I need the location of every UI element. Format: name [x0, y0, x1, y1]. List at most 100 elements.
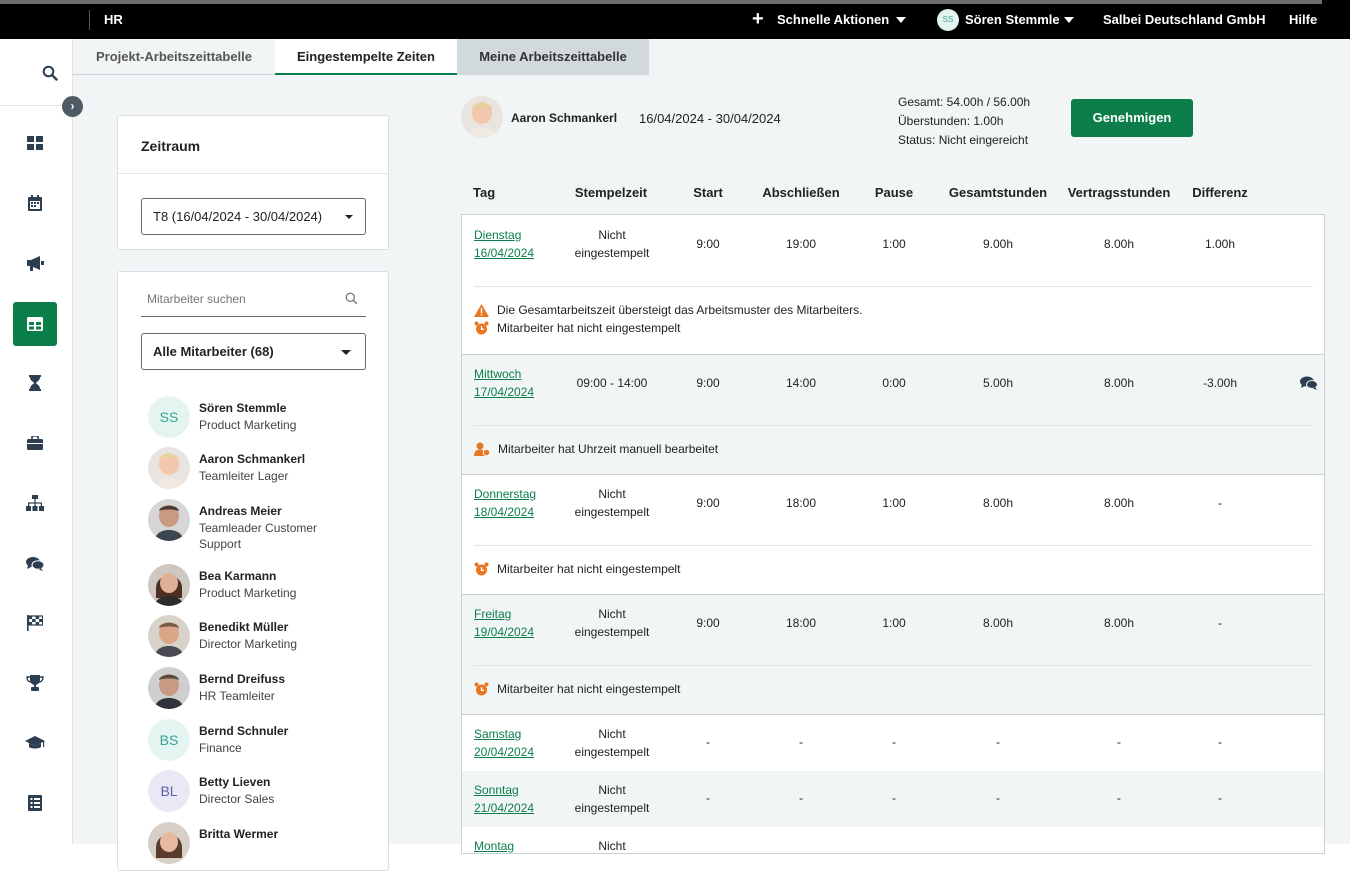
company-switcher[interactable]: Salbei Deutschland GmbH	[1103, 12, 1266, 27]
end-cell: 18:00	[785, 496, 817, 510]
sidebar-item-announcements[interactable]	[13, 241, 57, 285]
difference-cell: -	[1218, 791, 1222, 805]
expand-sidebar-button[interactable]: ›	[62, 96, 83, 117]
flag-icon	[27, 615, 43, 631]
avatar	[148, 615, 190, 657]
employee-search-field[interactable]	[141, 286, 366, 317]
sidebar-item-chat[interactable]	[13, 541, 57, 585]
timesheet-table: Dienstag 16/04/2024 Nicht eingestempelt 9:…	[461, 214, 1325, 854]
sidebar-item-learning[interactable]	[13, 721, 57, 765]
sidebar-item-dashboard[interactable]	[13, 121, 57, 165]
sidebar-item-onboarding[interactable]	[13, 781, 57, 825]
employee-name: Sören Stemmle	[199, 401, 287, 415]
sidebar-item-organisation[interactable]	[13, 481, 57, 525]
period-select[interactable]: T8 (16/04/2024 - 30/04/2024)	[141, 198, 366, 235]
tab-my-timesheet[interactable]: Meine Arbeitszeittabelle	[457, 39, 649, 75]
end-cell: 18:00	[785, 616, 817, 630]
total-cell: 8.00h	[982, 496, 1014, 510]
comments-icon[interactable]	[1300, 376, 1318, 390]
approve-button[interactable]: Genehmigen	[1071, 99, 1193, 137]
pause-cell: -	[892, 791, 896, 805]
quick-actions-button[interactable]: Schnelle Aktionen	[777, 12, 889, 27]
user-avatar[interactable]: SS	[937, 9, 959, 31]
row-divider	[474, 425, 1313, 426]
search-icon[interactable]	[42, 65, 58, 81]
chat-icon	[26, 556, 44, 571]
employee-name: Bea Karmann	[199, 569, 277, 583]
org-chart-icon	[26, 495, 44, 511]
day-link[interactable]: Samstag 20/04/2024	[474, 725, 534, 761]
period-card: Zeitraum T8 (16/04/2024 - 30/04/2024)	[117, 115, 389, 250]
chevron-down-icon	[345, 215, 353, 219]
graduation-cap-icon	[25, 736, 45, 749]
avatar	[148, 667, 190, 709]
day-link[interactable]: Freitag 19/04/2024	[474, 605, 534, 641]
search-icon[interactable]	[345, 292, 358, 305]
sidebar-item-performance[interactable]	[13, 661, 57, 705]
day-link[interactable]: Dienstag 16/04/2024	[474, 226, 534, 262]
end-cell: 19:00	[785, 237, 817, 251]
day-link[interactable]: Donnerstag 18/04/2024	[474, 485, 536, 521]
start-cell: 9:00	[696, 376, 720, 390]
employee-role: Product Marketing	[199, 586, 297, 600]
chevron-down-icon[interactable]	[896, 17, 906, 23]
end-cell: -	[799, 791, 803, 805]
total-cell: -	[996, 791, 1000, 805]
trophy-icon	[26, 675, 44, 691]
sidebar-search[interactable]	[0, 39, 72, 106]
avatar	[148, 499, 190, 541]
avatar	[148, 447, 190, 489]
employee-name: Britta Wermer	[199, 827, 279, 841]
employee-name: Aaron Schmankerl	[199, 452, 306, 466]
pause-cell: 1:00	[882, 496, 906, 510]
user-edit-icon	[474, 442, 490, 456]
info-message: Mitarbeiter hat Uhrzeit manuell bearbeit…	[474, 442, 718, 456]
megaphone-icon	[27, 256, 44, 271]
day-link[interactable]: Sonntag 21/04/2024	[474, 781, 534, 817]
contract-cell: 8.00h	[1103, 496, 1135, 510]
chevron-down-icon[interactable]	[1064, 17, 1074, 23]
user-menu-button[interactable]: Sören Stemmle	[965, 12, 1060, 27]
table-row: Donnerstag 18/04/2024 Nicht eingestempelt …	[462, 475, 1324, 594]
tab-project-timesheet[interactable]: Projekt-Arbeitszeittabelle	[73, 39, 275, 75]
employee-name: Bernd Dreifuss	[199, 672, 286, 686]
day-link[interactable]: Montag	[474, 837, 514, 853]
summary-total: Gesamt: 54.00h / 56.00h	[898, 95, 1031, 109]
alarm-message: Mitarbeiter hat nicht eingestempelt	[474, 562, 680, 576]
contract-cell: 8.00h	[1103, 237, 1135, 251]
table-row: Freitag 19/04/2024 Nicht eingestempelt 9:0…	[462, 595, 1324, 714]
calendar-icon	[28, 195, 42, 211]
clock-time-cell: Nicht eingestempelt	[574, 228, 650, 260]
start-cell: 9:00	[696, 496, 720, 510]
alarm-clock-icon	[474, 682, 489, 696]
summary-block: Gesamt: 54.00h / 56.00h Überstunden: 1.0…	[898, 93, 1030, 150]
employee-role: Director Marketing	[199, 637, 298, 651]
plus-icon[interactable]: +	[752, 9, 764, 29]
employee-role: Director Sales	[199, 792, 275, 806]
start-cell: -	[706, 735, 710, 749]
topbar-divider	[89, 10, 90, 30]
table-row: Dienstag 16/04/2024 Nicht eingestempelt 9:…	[462, 215, 1324, 354]
total-cell: 9.00h	[982, 237, 1014, 251]
employee-role: Product Marketing	[199, 418, 297, 432]
sidebar-item-calendar[interactable]	[13, 181, 57, 225]
warning-icon	[474, 303, 489, 317]
contract-cell: 8.00h	[1103, 376, 1135, 390]
tab-clocked-times[interactable]: Eingestempelte Zeiten	[275, 39, 457, 75]
period-select-value: T8 (16/04/2024 - 30/04/2024)	[153, 209, 323, 224]
sidebar-item-projects[interactable]	[13, 421, 57, 465]
total-cell: -	[996, 735, 1000, 749]
avatar	[148, 564, 190, 606]
day-link[interactable]: Mittwoch 17/04/2024	[474, 365, 534, 401]
help-link[interactable]: Hilfe	[1289, 12, 1317, 27]
summary-status: Status: Nicht eingereicht	[898, 133, 1029, 147]
employee-search-input[interactable]	[147, 292, 337, 306]
sidebar-item-time-tracking[interactable]	[13, 361, 57, 405]
table-row: Montag Nicht	[462, 827, 1324, 853]
employee-filter-select[interactable]: Alle Mitarbeiter (68)	[141, 333, 366, 370]
sidebar-item-timesheets[interactable]	[13, 302, 57, 346]
pause-cell: 1:00	[882, 237, 906, 251]
sidebar-item-goals[interactable]	[13, 601, 57, 645]
app-title[interactable]: HR	[104, 12, 123, 27]
summary-overtime: Überstunden: 1.00h	[898, 114, 1004, 128]
